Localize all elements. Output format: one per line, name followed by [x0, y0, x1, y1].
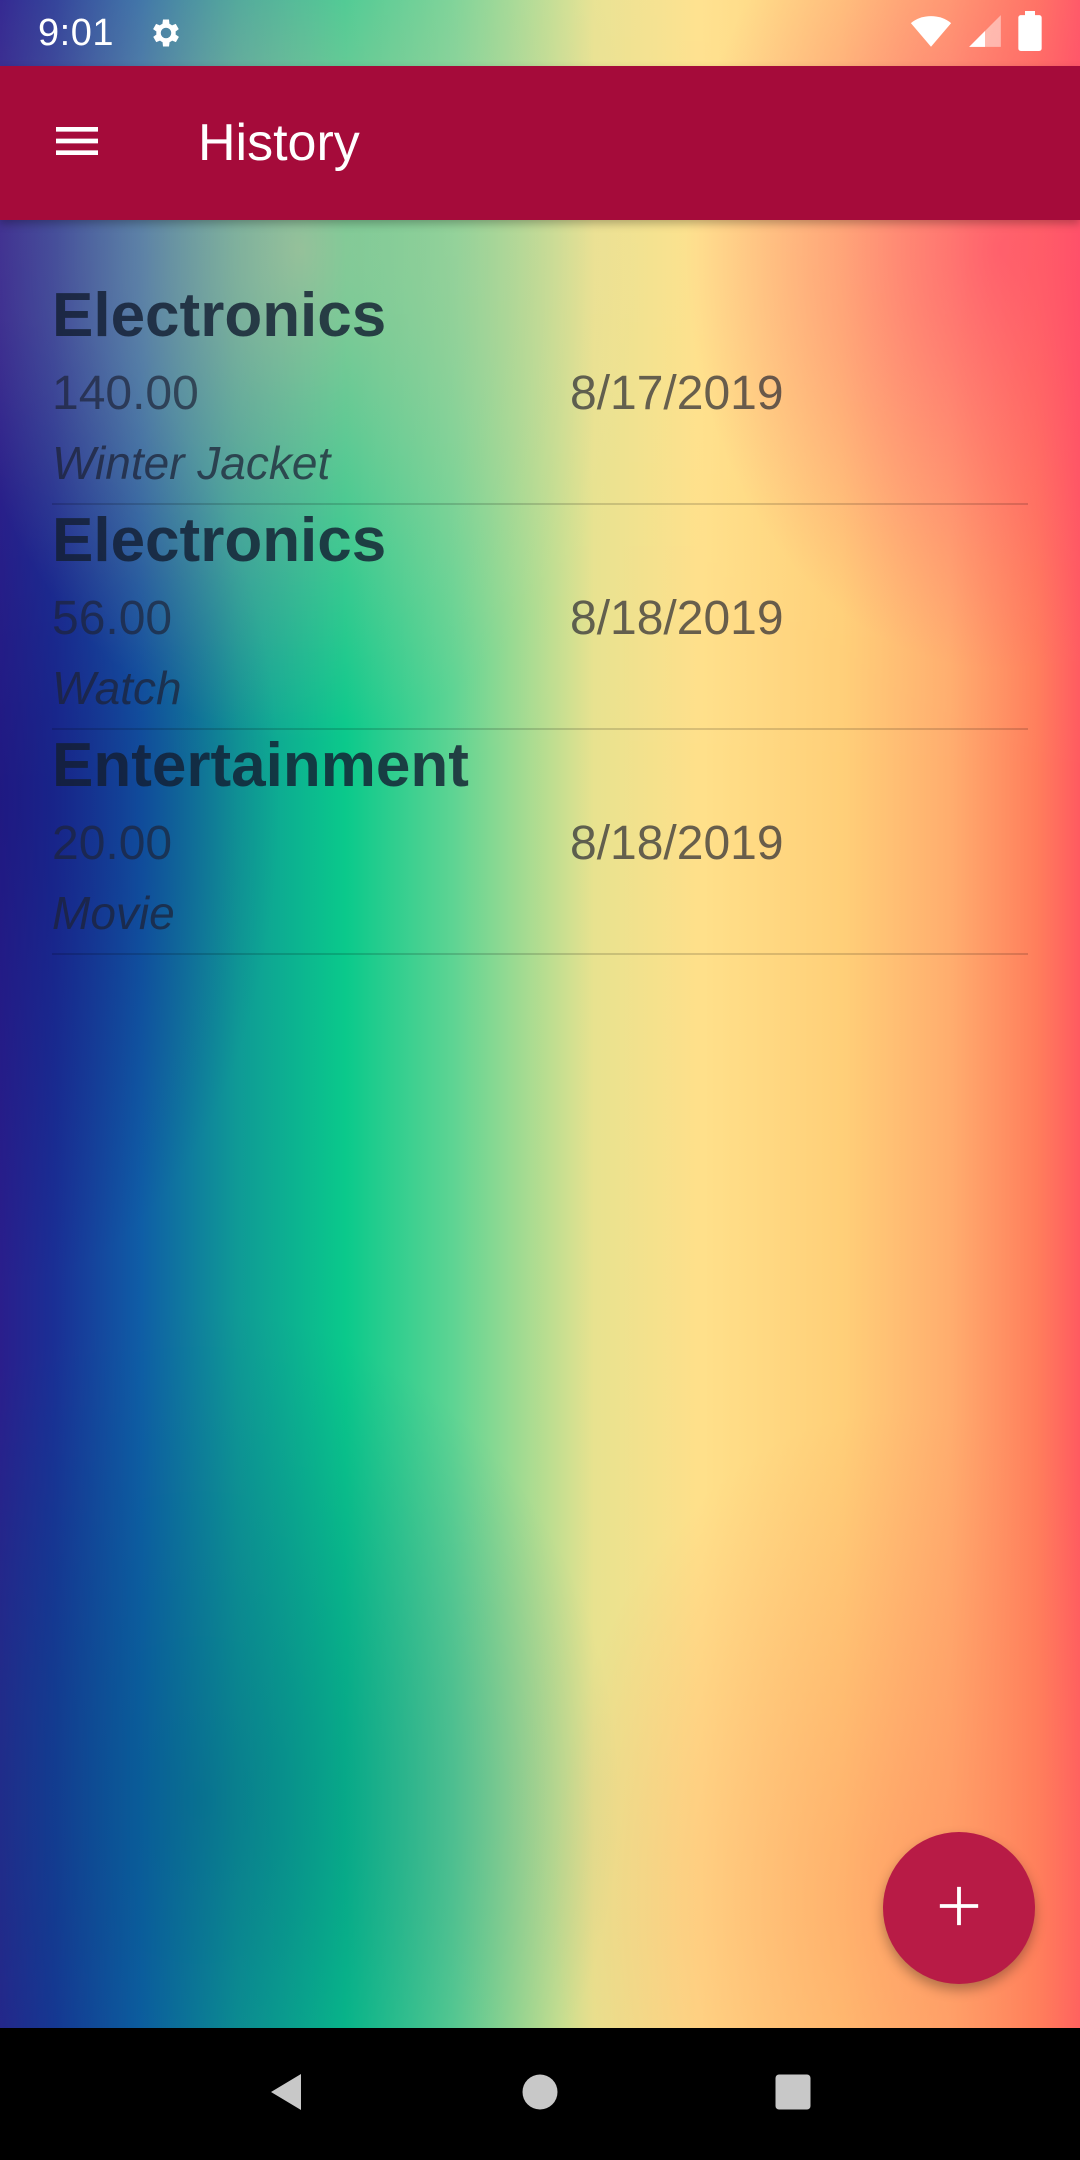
list-item[interactable]: Entertainment 20.00 8/18/2019 Movie [52, 730, 1028, 955]
plus-icon [936, 1883, 982, 1934]
gear-icon [148, 15, 184, 51]
battery-icon [1018, 10, 1042, 56]
status-bar: 9:01 [0, 0, 1080, 66]
item-date: 8/18/2019 [570, 592, 784, 645]
recents-icon [772, 2071, 814, 2118]
item-category: Entertainment [52, 731, 469, 800]
item-date: 8/17/2019 [570, 367, 784, 420]
back-icon [263, 2068, 311, 2121]
add-entry-button[interactable] [883, 1832, 1035, 1984]
list-item[interactable]: Electronics 56.00 8/18/2019 Watch [52, 505, 1028, 730]
wifi-icon [910, 10, 952, 57]
recents-button[interactable] [748, 2049, 838, 2139]
item-amount: 20.00 [52, 817, 173, 870]
item-amount: 56.00 [52, 592, 173, 645]
cell-signal-icon [966, 12, 1004, 55]
page-title: History [198, 114, 360, 172]
list-item[interactable]: Electronics 140.00 8/17/2019 Winter Jack… [52, 280, 1028, 505]
item-category: Electronics [52, 281, 387, 350]
app-bar: History [0, 66, 1080, 220]
status-time: 9:01 [38, 11, 114, 54]
navigation-bar [0, 2028, 1080, 2160]
item-description: Winter Jacket [52, 437, 331, 489]
item-amount: 140.00 [52, 367, 199, 420]
item-description: Movie [52, 887, 175, 939]
item-date: 8/18/2019 [570, 817, 784, 870]
item-category: Electronics [52, 506, 387, 575]
home-button[interactable] [495, 2049, 585, 2139]
menu-button[interactable] [0, 66, 154, 220]
home-icon [519, 2071, 561, 2118]
item-description: Watch [52, 662, 182, 714]
menu-icon [49, 113, 105, 174]
history-list: Electronics 140.00 8/17/2019 Winter Jack… [52, 280, 1028, 955]
back-button[interactable] [242, 2049, 332, 2139]
